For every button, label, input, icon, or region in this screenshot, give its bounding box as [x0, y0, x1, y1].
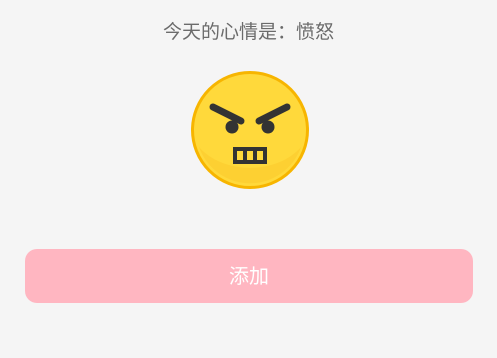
- left-eye: [225, 120, 239, 134]
- right-eye: [261, 120, 275, 134]
- add-button[interactable]: 添加: [25, 249, 473, 303]
- tooth: [257, 151, 263, 160]
- tooth: [247, 151, 253, 160]
- mood-title: 今天的心情是：愤怒: [162, 21, 334, 43]
- angry-face-icon: [189, 69, 311, 191]
- tooth: [237, 151, 243, 160]
